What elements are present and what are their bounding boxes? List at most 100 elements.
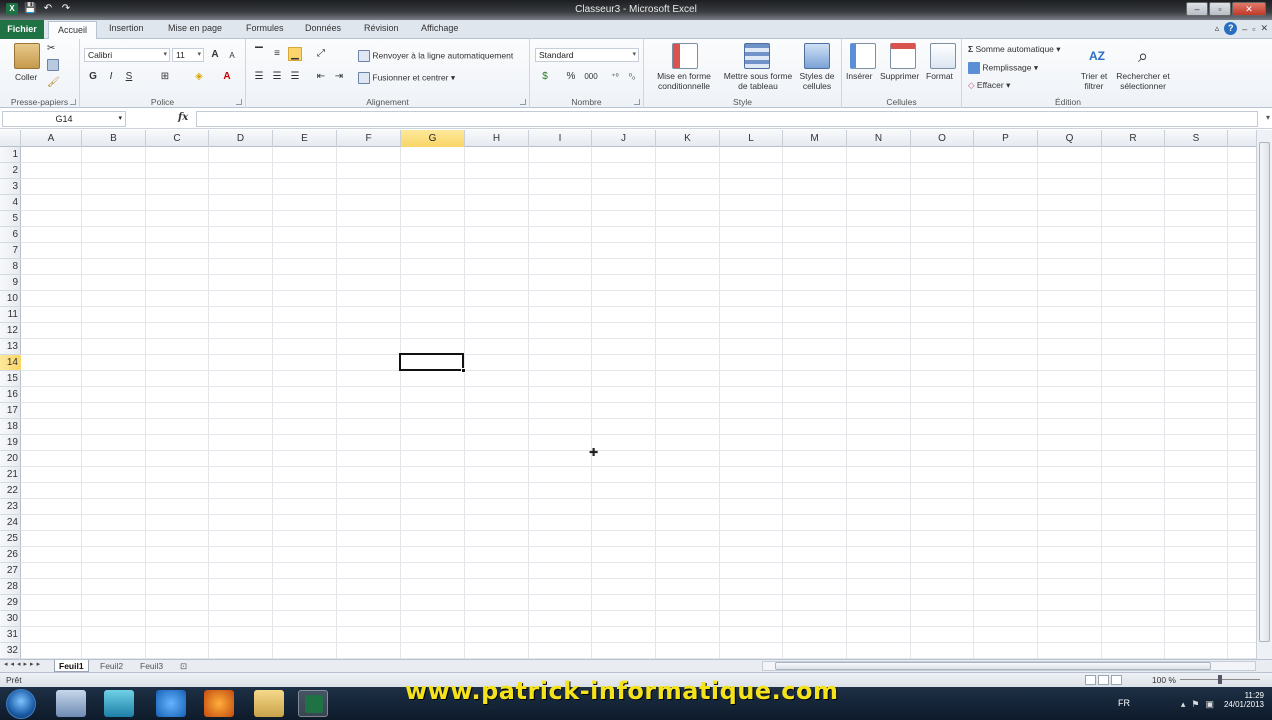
row-header-20[interactable]: 20 [0,451,21,467]
row-header-16[interactable]: 16 [0,387,21,403]
borders-icon[interactable]: ⊞ [158,70,172,84]
insert-cells-button[interactable]: Insérer [846,71,872,81]
row-header-15[interactable]: 15 [0,371,21,387]
align-bottom-icon[interactable]: ▁ [288,47,302,61]
column-header-b[interactable]: B [82,130,146,147]
column-header-i[interactable]: I [529,130,592,147]
wb-minimize-icon[interactable]: – [1242,24,1247,34]
language-indicator[interactable]: FR [1118,698,1130,708]
column-header-h[interactable]: H [465,130,529,147]
row-header-7[interactable]: 7 [0,243,21,259]
row-header-19[interactable]: 19 [0,435,21,451]
font-family-select[interactable]: Calibri ▾ [84,48,170,62]
tab-page-layout[interactable]: Mise en page [168,23,222,33]
clear-button[interactable]: ◇ Effacer ▾ [968,80,1010,91]
horizontal-scrollbar[interactable] [762,661,1256,671]
page-layout-view-icon[interactable] [1098,675,1109,685]
row-header-26[interactable]: 26 [0,547,21,563]
row-header-9[interactable]: 9 [0,275,21,291]
start-button[interactable] [6,689,36,719]
italic-button[interactable]: I [104,70,118,84]
conditional-format-button[interactable]: Mise en forme conditionnelle [650,71,718,91]
sort-filter-button[interactable]: Trier et filtrer [1072,71,1116,91]
bold-button[interactable]: G [86,70,100,84]
tab-data[interactable]: Données [305,23,341,33]
zoom-level[interactable]: 100 % [1152,675,1176,685]
wb-restore-icon[interactable]: ▫ [1252,24,1255,34]
shrink-font-icon[interactable]: A [225,49,239,63]
formula-input[interactable] [196,111,1258,127]
clipboard-launcher-icon[interactable] [70,99,76,105]
security-icon[interactable]: ⚑ [1191,699,1199,710]
column-header-m[interactable]: M [783,130,847,147]
vertical-scrollbar[interactable] [1256,130,1272,659]
merge-center-button[interactable]: Fusionner et centrer ▾ [358,72,455,84]
row-header-25[interactable]: 25 [0,531,21,547]
number-format-select[interactable]: Standard ▾ [535,48,639,62]
wrap-text-button[interactable]: Renvoyer à la ligne automatiquement [358,50,513,62]
active-cell-G14[interactable] [399,353,466,373]
firefox-icon[interactable] [204,690,234,717]
fill-button[interactable]: Remplissage ▾ [968,62,1038,74]
align-middle-icon[interactable]: ≡ [270,47,284,61]
grow-font-icon[interactable]: A [208,48,222,62]
tab-file[interactable]: Fichier [0,20,44,39]
underline-button[interactable]: S [122,70,136,84]
network-icon[interactable]: ▣ [1205,699,1214,710]
format-painter-icon[interactable]: 🖌 [47,77,60,88]
column-header-d[interactable]: D [209,130,273,147]
decrease-indent-icon[interactable]: ⇤ [314,70,328,84]
page-break-view-icon[interactable] [1111,675,1122,685]
find-select-button[interactable]: Rechercher et sélectionner [1112,71,1174,91]
row-header-12[interactable]: 12 [0,323,21,339]
app-icon[interactable] [104,690,134,717]
zoom-slider-knob[interactable] [1218,675,1222,684]
sheet-tab-feuil3[interactable]: Feuil3 [136,660,167,672]
show-hidden-icon[interactable]: ▴ [1181,699,1186,710]
row-header-23[interactable]: 23 [0,499,21,515]
row-header-10[interactable]: 10 [0,291,21,307]
column-header-l[interactable]: L [720,130,783,147]
alignment-launcher-icon[interactable] [520,99,526,105]
row-header-30[interactable]: 30 [0,611,21,627]
increase-decimal-icon[interactable]: ⁺⁰ [608,70,622,84]
increase-indent-icon[interactable]: ⇥ [332,70,346,84]
column-header-o[interactable]: O [911,130,974,147]
row-header-29[interactable]: 29 [0,595,21,611]
row-header-8[interactable]: 8 [0,259,21,275]
column-header-n[interactable]: N [847,130,911,147]
tab-insert[interactable]: Insertion [109,23,144,33]
expand-formula-icon[interactable]: ▾ [1266,113,1270,122]
sheet-nav-icons[interactable]: ◂◂◂▸▸▸ [4,660,43,668]
row-header-28[interactable]: 28 [0,579,21,595]
column-header-a[interactable]: A [21,130,82,147]
copy-icon[interactable] [47,59,59,71]
font-size-select[interactable]: 11 ▾ [172,48,204,62]
row-header-5[interactable]: 5 [0,211,21,227]
help-icon[interactable]: ? [1224,22,1238,35]
cell-styles-button[interactable]: Styles de cellules [796,71,838,91]
font-launcher-icon[interactable] [236,99,242,105]
fill-color-icon[interactable]: ◈ [192,70,206,84]
excel-taskbar-icon[interactable] [298,690,328,717]
font-color-icon[interactable]: A [220,70,234,84]
percent-button[interactable]: % [564,70,578,84]
column-header-e[interactable]: E [273,130,337,147]
wb-close-icon[interactable]: ✕ [1260,23,1268,34]
row-header-21[interactable]: 21 [0,467,21,483]
paste-button[interactable]: Coller [15,72,37,82]
column-header-g[interactable]: G [401,130,465,147]
internet-explorer-icon[interactable] [156,690,186,717]
cell-grid[interactable] [21,147,1256,659]
insert-sheet-icon[interactable]: ⊡ [176,660,191,672]
tab-review[interactable]: Révision [364,23,399,33]
thousands-button[interactable]: 000 [582,70,600,84]
row-header-13[interactable]: 13 [0,339,21,355]
row-header-31[interactable]: 31 [0,627,21,643]
fill-handle[interactable] [461,368,466,373]
column-header-r[interactable]: R [1102,130,1165,147]
normal-view-icon[interactable] [1085,675,1096,685]
delete-cells-button[interactable]: Supprimer [880,71,919,81]
minimize-button[interactable]: – [1186,2,1208,16]
vertical-scroll-thumb[interactable] [1259,142,1270,642]
